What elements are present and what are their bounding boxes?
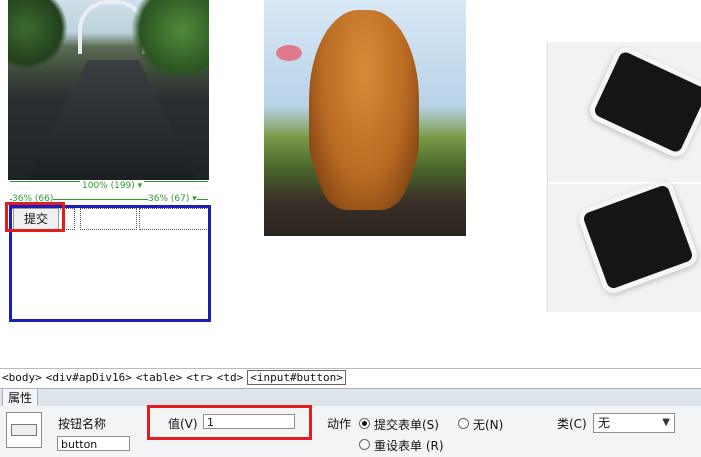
class-select-value: 无 [598,416,611,430]
phones-photo-phone-bottom [575,177,701,297]
class-select[interactable]: 无 ▼ [593,413,675,433]
chevron-down-icon: ▼ [662,417,670,428]
class-label: 类(C) [557,417,587,431]
properties-panel-header [0,388,701,407]
action-none-radio[interactable] [458,418,469,429]
button-name-input[interactable]: button [57,436,130,451]
tag-div-apdiv16[interactable]: <div#apDiv16> [46,371,132,384]
phones-photo [547,42,701,312]
dog-photo-tongue [276,45,302,61]
chevron-down-icon: ▾ [134,181,143,191]
table-guide-col3-width[interactable]: 36% (67) ▾ [148,194,197,204]
phones-photo-phone-top [586,43,701,161]
tag-td[interactable]: <td> [217,371,244,384]
action-reset-label[interactable]: 重设表单 (R) [374,437,444,454]
action-reset-radio[interactable] [359,439,370,450]
button-shape-icon [11,424,37,436]
action-none-label[interactable]: 无(N) [473,416,503,433]
dog-photo-dog [309,10,419,210]
phones-photo-divider [548,182,701,184]
action-submit-label[interactable]: 提交表单(S) [374,416,439,433]
road-photo [8,0,209,180]
action-label: 动作 [327,417,352,431]
table-guide-total-width-label: 100% (199) [82,181,135,191]
tag-selector-bar: <body> <div#apDiv16> <table> <tr> <td> <input… [0,368,701,386]
highlight-value-field [147,405,312,440]
road-photo-trees-left [8,0,68,70]
table-guide-total-width[interactable]: 100% (199) ▾ [80,181,145,191]
dog-photo [264,0,466,236]
tag-table[interactable]: <table> [136,371,182,384]
button-name-label: 按钮名称 [58,417,107,431]
chevron-down-icon: ▾ [189,194,197,204]
tab-properties[interactable]: 属性 [2,388,38,407]
road-photo-surface [28,60,198,180]
tag-body[interactable]: <body> [2,371,42,384]
highlight-submit-button [5,202,65,232]
tag-tr[interactable]: <tr> [186,371,213,384]
action-submit-radio[interactable] [359,418,370,429]
tag-input-button-selected[interactable]: <input#button> [247,370,346,385]
table-guide-col3-label: 36% (67) [148,194,190,204]
